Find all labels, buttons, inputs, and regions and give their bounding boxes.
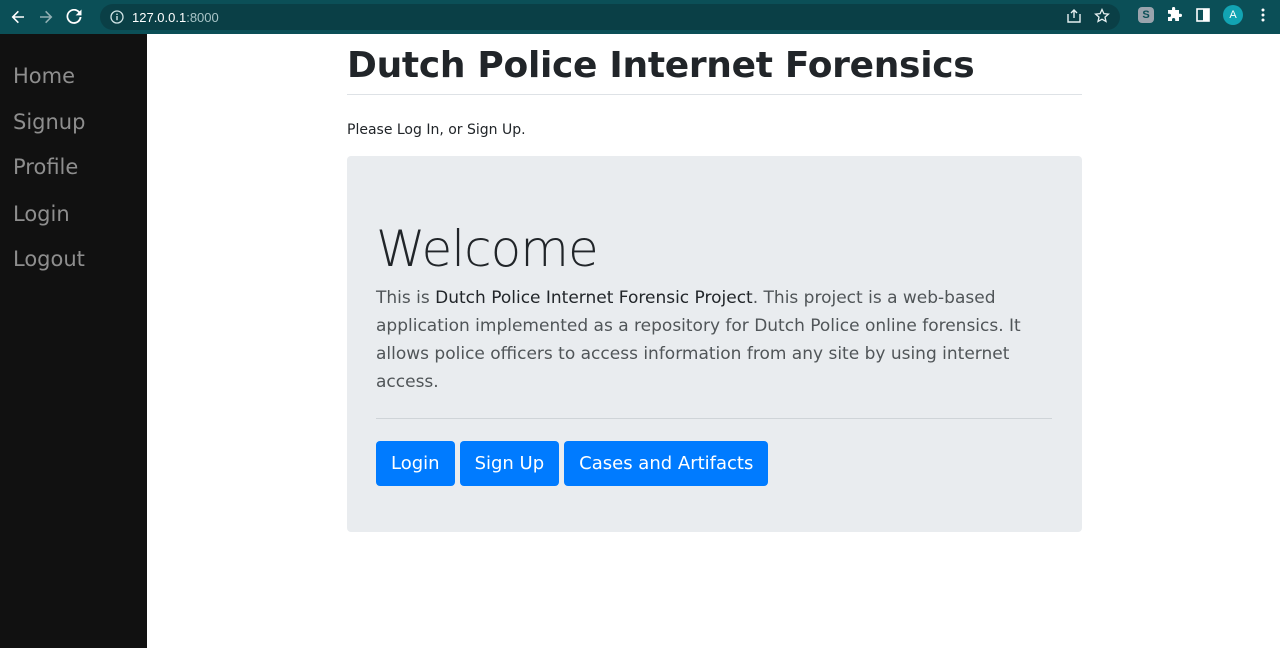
welcome-jumbotron: Welcome This is Dutch Police Internet Fo… <box>347 156 1082 532</box>
sidebar-item-home[interactable]: Home <box>0 64 75 88</box>
url-text: 127.0.0.1:8000 <box>132 10 219 25</box>
action-buttons: Login Sign Up Cases and Artifacts <box>376 441 1052 486</box>
reload-icon <box>66 9 82 24</box>
sidebar-item-login[interactable]: Login <box>0 202 70 226</box>
sidebar-item-signup[interactable]: Signup <box>0 110 85 134</box>
lead-project-name: Dutch Police Internet Forensic Project <box>435 288 753 308</box>
share-icon[interactable] <box>1066 8 1082 29</box>
sidebar-item-profile[interactable]: Profile <box>0 155 78 179</box>
main-content: Dutch Police Internet Forensics Please L… <box>347 34 1082 532</box>
url-host: 127.0.0.1 <box>132 9 187 25</box>
intro-text: Please Log In, or Sign Up. <box>347 122 526 138</box>
star-icon[interactable] <box>1094 7 1110 29</box>
menu-kebab-icon[interactable] <box>1254 6 1272 24</box>
signup-button[interactable]: Sign Up <box>459 441 560 486</box>
title-divider <box>347 94 1082 95</box>
welcome-heading: Welcome <box>376 220 599 278</box>
welcome-lead: This is Dutch Police Internet Forensic P… <box>376 284 1052 396</box>
info-icon[interactable] <box>110 10 124 24</box>
url-port: :8000 <box>186 9 219 25</box>
reload-button[interactable] <box>60 3 88 31</box>
sidebar-item-logout[interactable]: Logout <box>0 247 85 271</box>
page-title: Dutch Police Internet Forensics <box>347 45 975 86</box>
arrow-left-icon <box>11 10 24 24</box>
back-button[interactable] <box>4 3 32 31</box>
extension-s-icon[interactable]: S <box>1138 7 1154 23</box>
sidebar: Home Signup Profile Login Logout <box>0 34 147 648</box>
login-button[interactable]: Login <box>376 441 455 486</box>
arrow-right-icon <box>40 10 53 24</box>
cases-artifacts-button[interactable]: Cases and Artifacts <box>564 441 769 486</box>
puzzle-icon[interactable] <box>1165 6 1183 24</box>
lead-prefix: This is <box>376 288 436 308</box>
jumbotron-divider <box>376 418 1052 419</box>
address-bar[interactable]: 127.0.0.1:8000 <box>100 4 1120 30</box>
side-panel-icon[interactable] <box>1194 6 1212 24</box>
profile-avatar[interactable]: A <box>1223 5 1243 25</box>
forward-button[interactable] <box>32 3 60 31</box>
browser-toolbar: 127.0.0.1:8000 S A <box>0 0 1280 34</box>
